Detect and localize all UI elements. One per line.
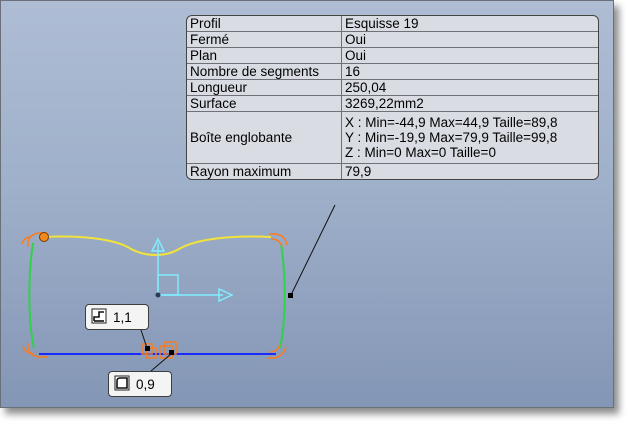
bbox-y: Y : Min=-19,9 Max=79,9 Taille=99,8 — [345, 130, 558, 145]
corner-dimension-value: 0,9 — [136, 376, 155, 392]
prop-value: 3269,22mm2 — [341, 95, 598, 112]
prop-row-surface: Surface 3269,22mm2 — [187, 95, 598, 112]
prop-key: Plan — [187, 47, 342, 64]
fillet-icon — [91, 308, 107, 327]
prop-row-profil: Profil Esquisse 19 — [187, 16, 598, 32]
origin-point — [155, 292, 161, 298]
prop-row-bounding-box: Boîte englobante X : Min=-44,9 Max=44,9 … — [187, 111, 598, 164]
prop-row-ferme: Fermé Oui — [187, 31, 598, 48]
prop-key: Profil — [187, 16, 342, 32]
prop-row-segments: Nombre de segments 16 — [187, 63, 598, 80]
corner-dimension-tag[interactable]: 0,9 — [108, 371, 172, 397]
properties-panel: Profil Esquisse 19 Fermé Oui Plan Oui No… — [186, 15, 599, 180]
fillet-outlines — [21, 232, 288, 359]
prop-key: Rayon maximum — [187, 163, 342, 179]
fillet-dimension-value: 1,1 — [113, 309, 132, 325]
prop-key: Longueur — [187, 79, 342, 96]
prop-row-max-radius: Rayon maximum 79,9 — [187, 163, 598, 179]
viewport[interactable]: Profil Esquisse 19 Fermé Oui Plan Oui No… — [0, 0, 614, 408]
start-point-marker[interactable] — [39, 232, 49, 242]
prop-value: 16 — [341, 63, 598, 80]
prop-value: 79,9 — [341, 163, 598, 179]
prop-value: 250,04 — [341, 79, 598, 96]
axes-triad — [150, 237, 234, 303]
tag2-leader — [150, 353, 172, 372]
rounded-corner-icon — [114, 375, 130, 394]
prop-key: Nombre de segments — [187, 63, 342, 80]
prop-row-longueur: Longueur 250,04 — [187, 79, 598, 96]
bbox-z: Z : Min=0 Max=0 Taille=0 — [345, 145, 496, 160]
prop-key: Fermé — [187, 31, 342, 48]
profile-left-side[interactable] — [28, 242, 35, 349]
prop-key: Boîte englobante — [187, 111, 342, 164]
prop-row-plan: Plan Oui — [187, 47, 598, 64]
prop-key: Surface — [187, 95, 342, 112]
prop-value: Esquisse 19 — [341, 16, 598, 32]
handle-point-right[interactable] — [288, 293, 293, 298]
profile-right-side[interactable] — [279, 242, 286, 349]
fillet-dimension-tag[interactable]: 1,1 — [85, 304, 149, 330]
handle-point-bottom-1[interactable] — [145, 346, 150, 351]
prop-value: Oui — [341, 31, 598, 48]
prop-value: Oui — [341, 47, 598, 64]
bbox-x: X : Min=-44,9 Max=44,9 Taille=89,8 — [345, 115, 558, 130]
prop-value-bounding-box: X : Min=-44,9 Max=44,9 Taille=89,8 Y : M… — [341, 111, 598, 164]
leader-line — [290, 204, 336, 296]
handle-point-bottom-2[interactable] — [169, 350, 174, 355]
